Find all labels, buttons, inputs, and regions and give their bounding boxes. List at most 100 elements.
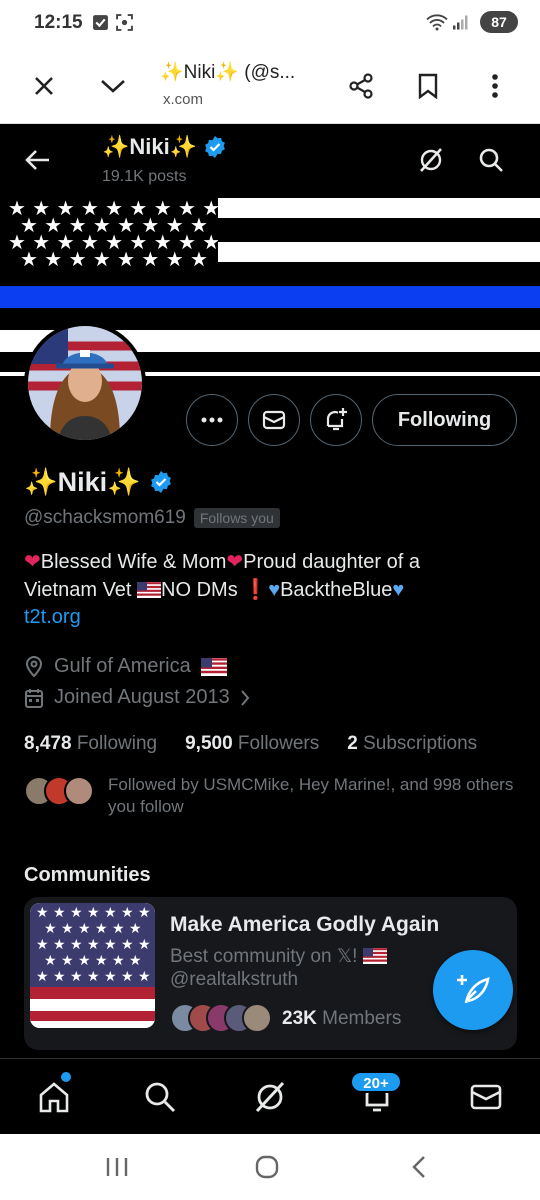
profile-avatar[interactable]: [24, 322, 146, 444]
avatar-image: [28, 326, 142, 440]
more-vertical-icon: [492, 74, 498, 98]
notify-button[interactable]: [310, 394, 362, 446]
nav-messages[interactable]: [464, 1075, 508, 1119]
community-handle: @realtalkstruth: [170, 969, 299, 990]
bookmark-button[interactable]: [408, 66, 448, 106]
wifi-icon: [426, 14, 448, 31]
bookmark-icon: [418, 73, 438, 99]
us-flag-icon: [362, 948, 387, 964]
exclamation-icon: ❗: [243, 579, 269, 601]
nav-home[interactable]: [32, 1075, 76, 1119]
subscriptions-count: 2: [347, 733, 358, 754]
grok-button[interactable]: [413, 142, 449, 178]
display-name-text: ✨Niki✨: [24, 467, 141, 497]
home-system-button[interactable]: [250, 1152, 284, 1182]
nav-search[interactable]: [138, 1075, 182, 1119]
profile-bio: ❤Blessed Wife & Mom❤Proud daughter of a …: [24, 548, 524, 604]
community-description: Best community on 𝕏! @realtalkstruth: [170, 945, 387, 991]
back-chevron-icon: [412, 1156, 425, 1178]
expand-button[interactable]: [93, 66, 133, 106]
svg-text:★ ★ ★ ★ ★ ★: ★ ★ ★ ★ ★ ★: [44, 953, 142, 969]
followers-count: 9,500: [185, 733, 233, 754]
close-icon: [35, 77, 53, 95]
following-count: 8,478: [24, 733, 72, 754]
profile-link[interactable]: t2t.org: [24, 606, 81, 629]
envelope-icon: [470, 1084, 502, 1110]
close-tab-button[interactable]: [24, 66, 64, 106]
system-navigation-bar: [0, 1134, 540, 1200]
banner-stripe: [218, 242, 540, 262]
profile-header: ✨Niki✨ 19.1K posts: [0, 124, 540, 196]
tab-title: ✨Niki✨ (@s...: [160, 62, 296, 83]
blue-heart-icon: ♥: [268, 579, 281, 601]
us-flag-icon: ★ ★ ★ ★ ★ ★ ★ ★ ★ ★ ★ ★ ★ ★ ★ ★ ★ ★ ★ ★ …: [30, 903, 155, 1028]
home-unread-dot: [61, 1072, 71, 1082]
notifications-badge: 20+: [350, 1071, 402, 1093]
share-button[interactable]: [341, 66, 381, 106]
share-icon: [349, 73, 373, 99]
verified-badge-icon: [205, 136, 226, 158]
svg-text:★ ★ ★ ★ ★ ★ ★: ★ ★ ★ ★ ★ ★ ★: [36, 937, 151, 953]
quill-plus-icon: [457, 975, 490, 1004]
joined-row[interactable]: Joined August 2013: [24, 686, 250, 709]
banner-stripe: [218, 198, 540, 218]
avatar: [242, 1003, 272, 1033]
bell-plus-icon: [326, 408, 347, 431]
bio-text: Proud daughter of a: [243, 551, 420, 573]
home-circle-icon: [255, 1155, 279, 1179]
browser-toolbar: ✨Niki✨ (@s... x.com: [0, 46, 540, 124]
nav-grok[interactable]: [248, 1075, 292, 1119]
community-members: 23K Members: [170, 1003, 401, 1035]
back-button[interactable]: [18, 142, 58, 178]
bio-text: NO DMs: [161, 579, 238, 601]
followed-by-text: Followed by USMCMike, Hey Marine!, and 9…: [108, 775, 514, 816]
tab-domain: x.com: [163, 91, 204, 108]
following-stat[interactable]: 8,478 Following: [24, 733, 157, 755]
follows-you-badge: Follows you: [193, 508, 280, 528]
followers-stat[interactable]: 9,500 Followers: [185, 733, 319, 755]
calendar-icon: [25, 688, 43, 708]
checkbox-notification-icon: [93, 15, 108, 30]
header-post-count: 19.1K posts: [102, 168, 187, 185]
grok-icon: [420, 148, 442, 172]
svg-text:★ ★ ★ ★ ★ ★ ★: ★ ★ ★ ★ ★ ★ ★: [36, 905, 151, 921]
recents-button[interactable]: [100, 1152, 134, 1182]
profile-stats: 8,478 Following 9,500 Followers 2 Subscr…: [24, 733, 477, 755]
following-label: Following: [76, 733, 158, 754]
message-button[interactable]: [248, 394, 300, 446]
banner-blue-line: [0, 286, 540, 308]
recents-icon: [106, 1158, 128, 1176]
bio-text: Vietnam Vet: [24, 579, 132, 601]
blue-heart-icon: ♥: [392, 579, 405, 601]
us-flag-icon: [200, 657, 227, 676]
following-button[interactable]: Following: [372, 394, 517, 446]
more-menu-button[interactable]: [475, 66, 515, 106]
bottom-navigation: 20+: [0, 1058, 540, 1134]
handle-text: @schacksmom619: [24, 507, 186, 528]
community-image: ★ ★ ★ ★ ★ ★ ★ ★ ★ ★ ★ ★ ★ ★ ★ ★ ★ ★ ★ ★ …: [30, 903, 155, 1028]
svg-text:★ ★ ★ ★ ★ ★: ★ ★ ★ ★ ★ ★: [44, 921, 142, 937]
search-icon: [479, 148, 503, 172]
more-horizontal-icon: [201, 417, 223, 423]
status-time: 12:15: [34, 12, 83, 33]
subscriptions-stat[interactable]: 2 Subscriptions: [347, 733, 477, 755]
battery-indicator: 87: [480, 11, 518, 33]
location-text: Gulf of America: [54, 655, 191, 677]
us-flag-icon: [137, 582, 162, 598]
avatar: [64, 776, 94, 806]
screenshot-icon: [116, 14, 133, 31]
location-pin-icon: [25, 655, 43, 677]
search-button[interactable]: [473, 142, 509, 178]
compose-post-button[interactable]: [433, 950, 513, 1030]
followers-label: Followers: [237, 733, 320, 754]
community-name: Make America Godly Again: [170, 913, 440, 936]
svg-text:★ ★ ★ ★ ★ ★ ★ ★: ★ ★ ★ ★ ★ ★ ★ ★: [20, 247, 208, 271]
back-system-button[interactable]: [402, 1152, 436, 1182]
location-row: Gulf of America: [24, 655, 227, 678]
community-desc-text: Best community on 𝕏!: [170, 946, 358, 967]
chevron-down-icon: [101, 80, 125, 93]
home-icon: [39, 1082, 69, 1113]
arrow-left-icon: [25, 150, 49, 170]
bio-text: Blessed Wife & Mom: [40, 551, 227, 573]
more-actions-button[interactable]: [186, 394, 238, 446]
